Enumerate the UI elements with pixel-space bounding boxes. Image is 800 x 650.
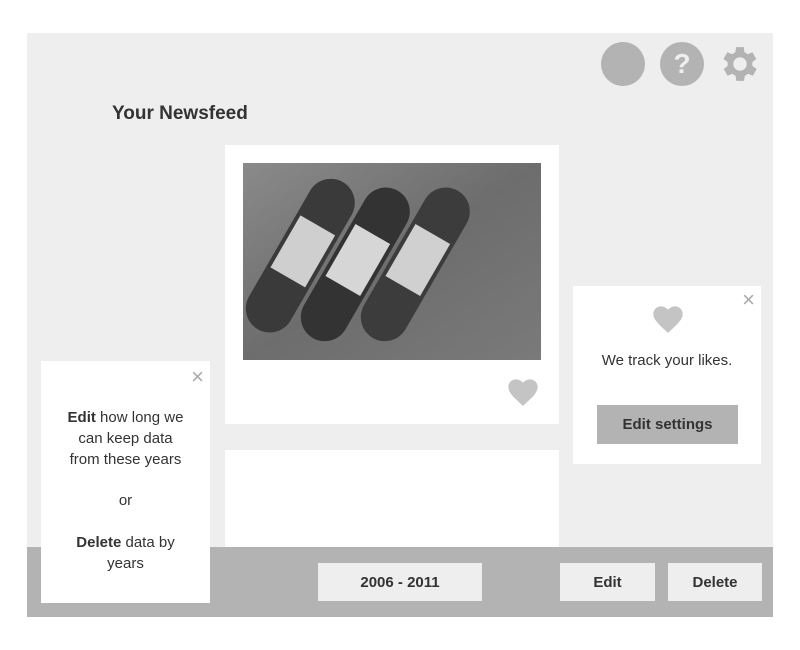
question-icon: ? <box>673 48 691 79</box>
like-heart-icon[interactable] <box>507 377 539 407</box>
delete-button[interactable]: Delete <box>668 563 762 601</box>
delete-instruction: Delete data by years <box>71 532 180 574</box>
edit-settings-button[interactable]: Edit settings <box>597 405 738 444</box>
edit-button[interactable]: Edit <box>560 563 655 601</box>
year-range-button[interactable]: 2006 - 2011 <box>318 563 482 601</box>
or-text: or <box>118 492 133 509</box>
app-frame: Your Newsfeed ? × We track your likes. E… <box>27 33 773 617</box>
likes-popup: × We track your likes. Edit settings <box>573 286 761 464</box>
close-icon[interactable]: × <box>742 289 755 311</box>
data-retention-popup: × Edit how long we can keep data from th… <box>41 361 210 603</box>
close-icon[interactable]: × <box>191 366 204 388</box>
avatar[interactable] <box>601 42 645 86</box>
delete-bold: Delete <box>76 534 122 551</box>
post-image[interactable] <box>243 163 541 360</box>
edit-instruction: Edit how long we can keep data from thes… <box>63 407 188 470</box>
likes-text: We track your likes. <box>601 352 733 369</box>
edit-bold: Edit <box>67 409 96 426</box>
post-card <box>225 145 559 424</box>
heart-icon <box>653 306 683 333</box>
page-title: Your Newsfeed <box>112 103 248 124</box>
gear-icon[interactable] <box>717 41 763 87</box>
help-button[interactable]: ? <box>660 42 704 86</box>
